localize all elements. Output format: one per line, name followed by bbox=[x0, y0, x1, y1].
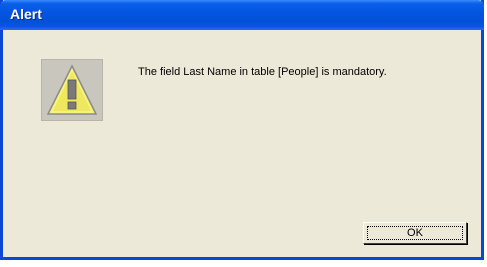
alert-dialog: Alert The field Last Name in table [Peop… bbox=[0, 0, 484, 260]
title-bar[interactable]: Alert bbox=[0, 0, 484, 30]
alert-message: The field Last Name in table [People] is… bbox=[138, 66, 387, 78]
ok-button[interactable]: OK bbox=[363, 222, 467, 244]
dialog-title: Alert bbox=[10, 6, 42, 22]
warning-icon-frame bbox=[41, 59, 103, 121]
warning-icon bbox=[46, 64, 98, 115]
ok-button-label: OK bbox=[407, 227, 423, 239]
